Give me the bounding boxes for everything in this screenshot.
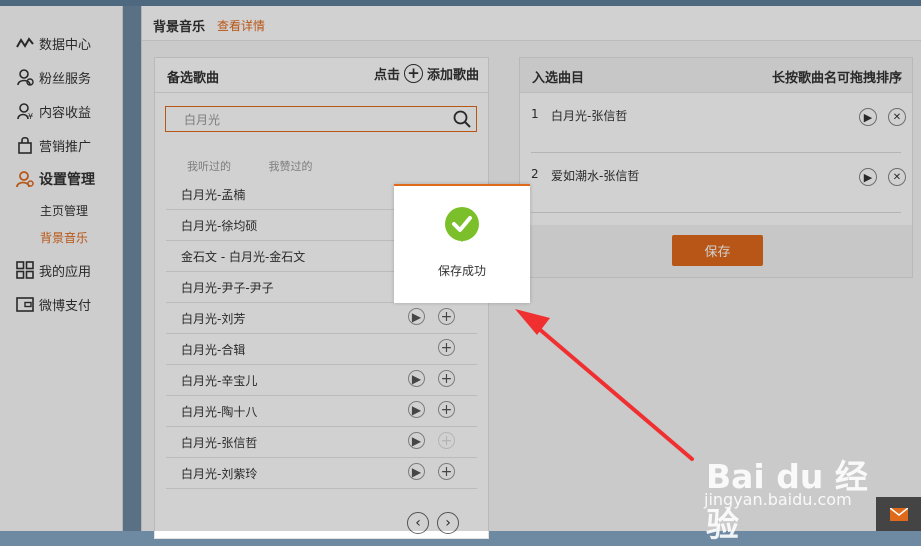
watermark-url: jingyan.baidu.com <box>704 490 852 509</box>
mail-button[interactable] <box>876 497 921 531</box>
watermark: Bai du 经验 jingyan.baidu.com <box>700 430 890 544</box>
toast-message: 保存成功 <box>437 264 486 278</box>
success-toast: 保存成功 <box>394 184 530 303</box>
mail-icon <box>889 507 908 521</box>
check-circle-icon <box>445 207 479 242</box>
